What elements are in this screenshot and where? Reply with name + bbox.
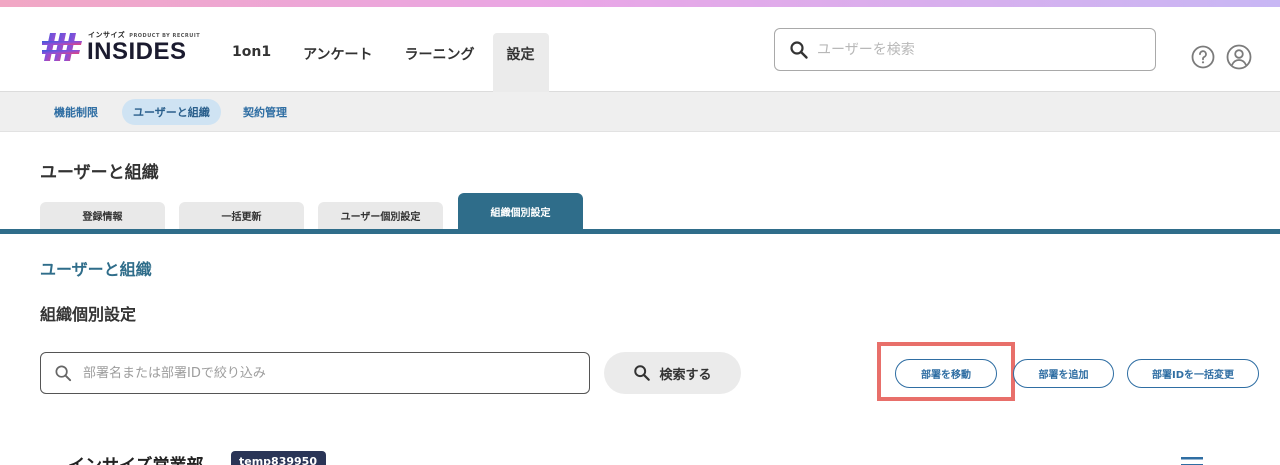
tab-registration-info[interactable]: 登録情報 bbox=[40, 202, 165, 229]
add-department-button[interactable]: 部署を追加 bbox=[1013, 359, 1114, 388]
department-filter-box bbox=[40, 352, 590, 394]
nav-item-learning[interactable]: ラーニング bbox=[391, 33, 489, 93]
search-icon bbox=[634, 365, 651, 381]
bulk-change-id-button[interactable]: 部署IDを一括変更 bbox=[1127, 359, 1259, 388]
nav-item-1on1[interactable]: 1on1 bbox=[218, 33, 285, 93]
section-title: 組織個別設定 bbox=[40, 305, 137, 324]
tab-user-settings[interactable]: ユーザー個別設定 bbox=[318, 202, 443, 229]
subnav-item-contract[interactable]: 契約管理 bbox=[232, 99, 298, 125]
insides-logo[interactable]: インサイズ PRODUCT BY RECRUIT INSIDES bbox=[42, 29, 200, 65]
menu-icon[interactable] bbox=[1181, 457, 1203, 465]
global-search-input[interactable] bbox=[817, 37, 1137, 63]
search-icon bbox=[55, 365, 72, 382]
move-department-button[interactable]: 部署を移動 bbox=[895, 359, 997, 388]
subnav-item-users-org[interactable]: ユーザーと組織 bbox=[122, 99, 221, 125]
tab-underline bbox=[0, 229, 1280, 234]
logo-wordmark: INSIDES bbox=[87, 38, 187, 65]
tab-bulk-update[interactable]: 一括更新 bbox=[179, 202, 304, 229]
logo-mark-icon bbox=[42, 33, 82, 61]
search-button[interactable]: 検索する bbox=[604, 352, 741, 394]
tab-org-settings[interactable]: 組織個別設定 bbox=[458, 193, 583, 229]
app-header: インサイズ PRODUCT BY RECRUIT INSIDES 1on1 アンケ… bbox=[0, 7, 1280, 93]
department-name: インサイズ営業部 bbox=[68, 451, 204, 465]
nav-item-survey[interactable]: アンケート bbox=[289, 33, 386, 93]
top-gradient-bar bbox=[0, 0, 1280, 7]
subnav-item-feature-limits[interactable]: 機能制限 bbox=[43, 99, 109, 125]
department-id-badge: temp839950 bbox=[231, 451, 326, 465]
nav-item-settings[interactable]: 設定 bbox=[492, 33, 549, 93]
settings-subnav: 機能制限 ユーザーと組織 契約管理 bbox=[0, 92, 1280, 132]
user-avatar-icon[interactable] bbox=[1226, 44, 1252, 70]
page-title: ユーザーと組織 bbox=[40, 163, 159, 183]
help-icon[interactable] bbox=[1191, 45, 1215, 69]
global-search-box bbox=[774, 28, 1156, 71]
main-nav: 1on1 アンケート ラーニング 設定 bbox=[218, 33, 553, 93]
breadcrumb-users-org[interactable]: ユーザーと組織 bbox=[40, 256, 152, 280]
search-button-label: 検索する bbox=[659, 367, 712, 383]
department-filter-input[interactable] bbox=[83, 361, 573, 385]
search-icon bbox=[790, 41, 808, 59]
